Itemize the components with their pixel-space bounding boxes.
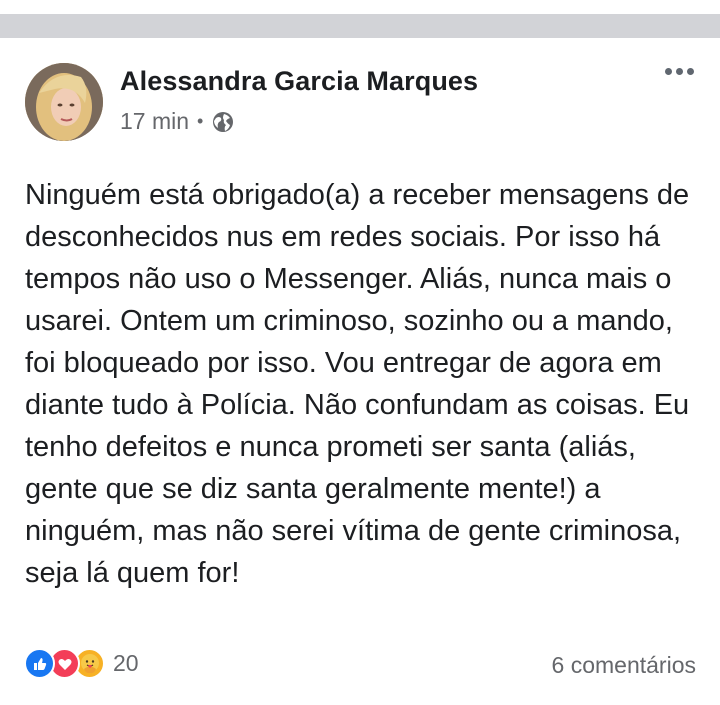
post-meta: 17 min • — [120, 108, 235, 135]
dot-icon — [676, 68, 683, 75]
globe-icon — [211, 110, 235, 134]
post-time[interactable]: 17 min — [120, 108, 189, 135]
top-separator — [0, 0, 720, 38]
reactions-summary[interactable]: 20 — [24, 648, 139, 679]
post-text: Ninguém está obrigado(a) a receber mensa… — [25, 179, 690, 589]
avatar-image — [25, 63, 103, 141]
avatar[interactable] — [25, 63, 103, 141]
meta-separator: • — [197, 111, 204, 131]
like-icon — [24, 648, 55, 679]
comments-link[interactable]: 6 comentários — [552, 652, 696, 679]
reaction-count: 20 — [113, 650, 139, 676]
post-card: Alessandra Garcia Marques 17 min • Ningu… — [0, 38, 720, 705]
separator-band — [0, 14, 720, 38]
author-name[interactable]: Alessandra Garcia Marques — [120, 66, 478, 97]
more-options-icon[interactable] — [665, 68, 694, 75]
dot-icon — [665, 68, 672, 75]
dot-icon — [687, 68, 694, 75]
